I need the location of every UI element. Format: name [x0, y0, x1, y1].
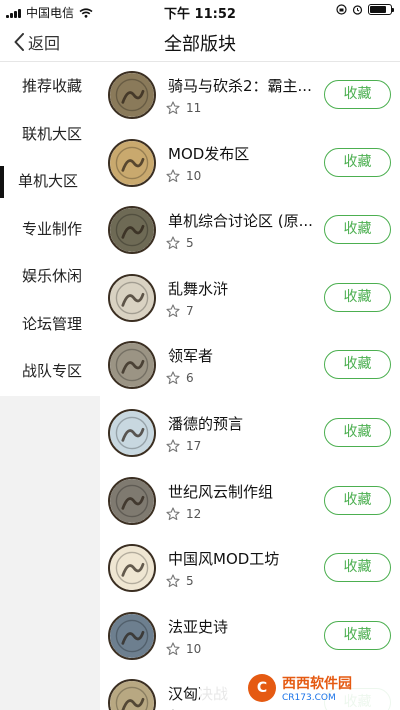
favorite-count: 5	[186, 574, 194, 589]
board-stats: 17	[166, 439, 201, 453]
board-row[interactable]: 骑马与砍杀2：霸主... 11 收藏	[100, 63, 400, 131]
star-icon	[166, 507, 180, 520]
sidebar-item[interactable]: 单机大区	[0, 158, 100, 206]
watermark: C 西西软件园 CR173.COM	[200, 666, 400, 710]
board-row[interactable]: 潘德的预言 17 收藏	[100, 401, 400, 469]
board-title: 世纪风云制作组	[168, 482, 274, 501]
favorite-count: 10	[186, 168, 202, 183]
prophesy-emblem-icon	[108, 408, 156, 457]
favorite-button[interactable]: 收藏	[324, 147, 391, 177]
favorite-button[interactable]: 收藏	[324, 417, 391, 447]
board-stats: 11	[166, 101, 201, 115]
board-stats: 7	[166, 304, 194, 318]
favorite-button[interactable]: 收藏	[324, 215, 391, 245]
category-sidebar: 推荐收藏 联机大区 单机大区 专业制作 娱乐休闲 论坛管理 战队专区	[0, 63, 100, 710]
board-row[interactable]: 乱舞水浒 7 收藏	[100, 266, 400, 334]
watermark-subtext: CR173.COM	[282, 693, 336, 703]
board-stats: 10	[166, 169, 201, 183]
sidebar-item[interactable]: 战队专区	[0, 348, 100, 396]
board-stats: 12	[166, 507, 201, 521]
favorite-count: 12	[186, 506, 202, 521]
star-icon	[166, 101, 180, 115]
sidebar-list: 推荐收藏 联机大区 单机大区 专业制作 娱乐休闲 论坛管理 战队专区	[0, 63, 100, 396]
watermark-logo-icon: C	[248, 674, 276, 702]
red-horse-emblem-icon	[108, 138, 156, 187]
seal-script-emblem-icon	[108, 544, 156, 593]
favorite-count: 10	[186, 641, 202, 656]
rotation-lock-icon	[336, 4, 347, 15]
navigation-bar: 返回 全部版块	[0, 22, 400, 62]
board-title: 领军者	[168, 347, 214, 366]
sidebar-item[interactable]: 专业制作	[0, 205, 100, 253]
board-row[interactable]: 世纪风云制作组 12 收藏	[100, 469, 400, 537]
ink-painting-emblem-icon	[108, 273, 156, 322]
board-title: MOD发布区	[168, 144, 250, 163]
watermark-text: 西西软件园	[282, 676, 352, 692]
han-xiongnu-emblem-icon	[108, 679, 156, 710]
favorite-count: 5	[186, 236, 194, 251]
epic-emblem-icon	[108, 611, 156, 660]
favorite-button[interactable]: 收藏	[324, 485, 391, 515]
favorite-button[interactable]: 收藏	[324, 282, 391, 312]
battle-scene-emblem-icon	[108, 206, 156, 255]
favorite-count: 7	[186, 303, 194, 318]
favorite-button[interactable]: 收藏	[324, 553, 391, 583]
horseman-emblem-icon	[108, 71, 156, 119]
star-icon	[166, 304, 180, 317]
board-title: 潘德的预言	[168, 414, 244, 433]
star-icon	[166, 371, 180, 385]
board-row[interactable]: 领军者 6 收藏	[100, 333, 400, 401]
star-icon	[166, 642, 180, 655]
favorite-count: 17	[186, 438, 202, 453]
board-row[interactable]: 单机综合讨论区 (原... 5 收藏	[100, 198, 400, 266]
alarm-icon	[352, 5, 363, 15]
status-right	[336, 4, 394, 15]
board-title: 乱舞水浒	[168, 279, 229, 298]
board-stats: 5	[166, 236, 194, 250]
sidebar-item[interactable]: 论坛管理	[0, 300, 100, 348]
board-title: 法亚史诗	[168, 617, 229, 636]
status-bar: 中国电信 下午 11:52	[0, 0, 400, 22]
page-title: 全部版块	[164, 34, 236, 55]
board-title: 中国风MOD工坊	[168, 550, 280, 569]
star-icon	[166, 574, 180, 588]
board-list: 骑马与砍杀2：霸主... 11 收藏 MOD发布区 10 收藏 单机综合讨论区 (原... 5…	[100, 63, 400, 710]
group-emblem-icon	[108, 476, 156, 525]
board-row[interactable]: 中国风MOD工坊 5 收藏	[100, 536, 400, 604]
board-stats: 5	[166, 574, 194, 588]
sidebar-item[interactable]: 联机大区	[0, 110, 100, 158]
favorite-button[interactable]: 收藏	[324, 350, 391, 380]
board-row[interactable]: 法亚史诗 10 收藏	[100, 604, 400, 672]
commander-emblem-icon	[108, 341, 156, 390]
star-icon	[166, 439, 180, 453]
favorite-count: 11	[186, 101, 202, 115]
favorite-button[interactable]: 收藏	[324, 620, 391, 650]
star-icon	[166, 236, 180, 250]
sidebar-item[interactable]: 推荐收藏	[0, 63, 100, 111]
board-row[interactable]: MOD发布区 10 收藏	[100, 131, 400, 199]
board-title: 单机综合讨论区 (原...	[168, 212, 313, 231]
board-stats: 10	[166, 642, 201, 656]
star-icon	[166, 169, 180, 182]
favorite-count: 6	[186, 371, 194, 386]
battery-icon	[368, 4, 394, 15]
board-stats: 6	[166, 371, 194, 385]
board-title: 骑马与砍杀2：霸主...	[168, 77, 312, 95]
sidebar-item[interactable]: 娱乐休闲	[0, 253, 100, 301]
favorite-button[interactable]: 收藏	[324, 80, 391, 109]
